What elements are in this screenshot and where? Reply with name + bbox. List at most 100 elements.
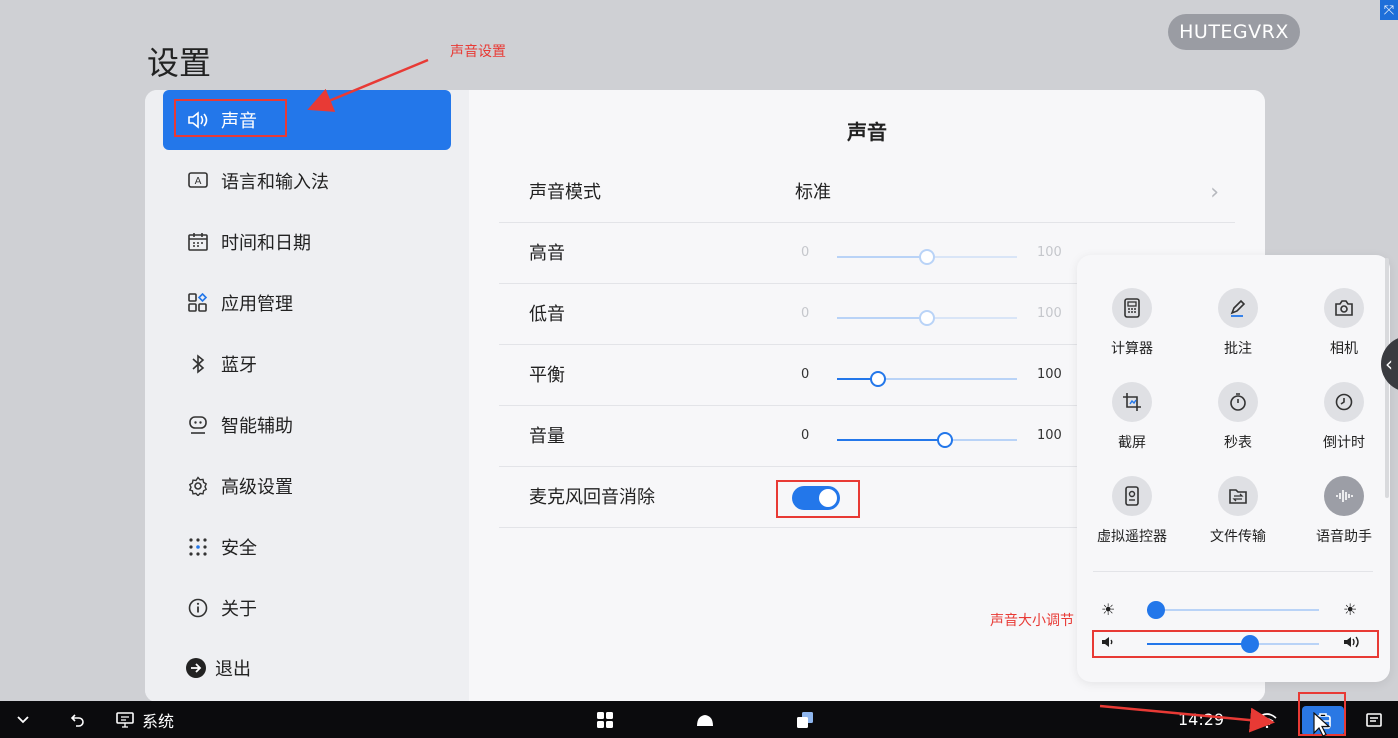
security-icon xyxy=(185,534,211,560)
multitask-icon[interactable] xyxy=(796,701,814,738)
tile-label: 截屏 xyxy=(1118,435,1146,451)
home-icon[interactable] xyxy=(696,701,714,738)
taskbar: 系统 14:29 xyxy=(0,701,1398,738)
divider xyxy=(1093,571,1373,572)
annotation-label-volume: 声音大小调节 xyxy=(990,613,1074,629)
sidebar-item-label: 语言和输入法 xyxy=(221,172,329,193)
sidebar: 声音 A 语言和输入法 时间和日期 应用管理 蓝牙 智能辅助 高级设置 安全 关… xyxy=(145,90,469,702)
mouse-cursor-icon xyxy=(1313,712,1331,737)
remote-icon xyxy=(1112,476,1152,516)
voice-assistant-tile[interactable]: 语音助手 xyxy=(1294,476,1394,546)
chevron-right-icon: › xyxy=(1210,180,1219,205)
screenshot-tile[interactable]: 截屏 xyxy=(1082,382,1182,452)
content-title: 声音 xyxy=(847,120,887,144)
sidebar-item-label: 时间和日期 xyxy=(221,233,311,254)
brightness-slider[interactable] xyxy=(1146,601,1319,619)
monitor-icon xyxy=(116,711,134,728)
bass-slider[interactable] xyxy=(837,310,1017,326)
treble-slider-knob[interactable] xyxy=(919,249,935,265)
sound-mode-label: 声音模式 xyxy=(529,182,601,203)
echo-cancel-label: 麦克风回音消除 xyxy=(529,487,655,508)
taskbar-system-app[interactable]: 系统 xyxy=(116,701,174,738)
annotation-box-toggle xyxy=(776,480,860,518)
brightness-slider-row: ☀ ☀ xyxy=(1101,595,1367,625)
chevron-down-icon[interactable] xyxy=(16,701,30,738)
annotation-box-sound xyxy=(174,99,287,137)
bass-label: 低音 xyxy=(529,304,565,325)
treble-max: 100 xyxy=(1037,245,1062,260)
bass-slider-knob[interactable] xyxy=(919,310,935,326)
tile-label: 计算器 xyxy=(1111,341,1153,357)
balance-min: 0 xyxy=(801,367,810,382)
treble-min: 0 xyxy=(801,245,810,260)
svg-text:A: A xyxy=(195,176,202,187)
assist-icon xyxy=(185,412,211,438)
sidebar-item-label: 安全 xyxy=(221,538,257,559)
volume-max: 100 xyxy=(1037,428,1062,443)
tile-label: 相机 xyxy=(1330,341,1358,357)
language-icon: A xyxy=(185,168,211,194)
volume-slider-knob[interactable] xyxy=(937,432,953,448)
file-transfer-tile[interactable]: 文件传输 xyxy=(1188,476,1288,546)
exit-icon xyxy=(183,655,209,681)
annotation-label-sound: 声音设置 xyxy=(450,44,506,60)
balance-slider-knob[interactable] xyxy=(870,371,887,387)
sidebar-item-label: 关于 xyxy=(221,599,257,620)
sidebar-item-security[interactable]: 安全 xyxy=(163,517,451,577)
sidebar-item-apps[interactable]: 应用管理 xyxy=(163,273,451,333)
countdown-icon xyxy=(1324,382,1364,422)
calendar-icon xyxy=(185,229,211,255)
bass-max: 100 xyxy=(1037,306,1062,321)
sidebar-item-language[interactable]: A 语言和输入法 xyxy=(163,151,451,211)
device-name-badge: HUTEGVRX xyxy=(1168,14,1300,50)
tile-label: 语音助手 xyxy=(1316,529,1372,545)
sidebar-item-advanced[interactable]: 高级设置 xyxy=(163,456,451,516)
expand-icon[interactable]: ⤧ xyxy=(1380,0,1398,20)
screenshot-icon xyxy=(1112,382,1152,422)
brightness-slider-knob[interactable] xyxy=(1146,601,1165,619)
balance-max: 100 xyxy=(1037,367,1062,382)
sidebar-item-label: 应用管理 xyxy=(221,294,293,315)
apps-icon xyxy=(185,290,211,316)
wifi-icon[interactable] xyxy=(1256,701,1278,738)
sidebar-item-bluetooth[interactable]: 蓝牙 xyxy=(163,334,451,394)
sound-mode-row[interactable]: 声音模式 标准 › xyxy=(499,162,1235,223)
calculator-tile[interactable]: 计算器 xyxy=(1082,288,1182,358)
tile-label: 文件传输 xyxy=(1210,529,1266,545)
sidebar-item-label: 智能辅助 xyxy=(221,416,293,437)
tile-label: 虚拟遥控器 xyxy=(1097,529,1167,545)
pen-icon xyxy=(1218,288,1258,328)
volume-label: 音量 xyxy=(529,426,565,447)
sidebar-item-assist[interactable]: 智能辅助 xyxy=(163,395,451,455)
virtual-remote-tile[interactable]: 虚拟遥控器 xyxy=(1082,476,1182,546)
volume-min: 0 xyxy=(801,428,810,443)
app-grid-icon[interactable] xyxy=(596,701,614,738)
balance-label: 平衡 xyxy=(529,365,565,386)
message-icon[interactable] xyxy=(1366,701,1382,738)
taskbar-app-label: 系统 xyxy=(142,711,175,731)
camera-tile[interactable]: 相机 xyxy=(1294,288,1394,358)
annotate-tile[interactable]: 批注 xyxy=(1188,288,1288,358)
clock: 14:29 xyxy=(1178,710,1225,729)
page-title: 设置 xyxy=(147,44,212,82)
back-icon[interactable] xyxy=(70,701,86,738)
sidebar-item-exit[interactable]: 退出 xyxy=(163,638,451,698)
treble-slider[interactable] xyxy=(837,249,1017,265)
countdown-tile[interactable]: 倒计时 xyxy=(1294,382,1394,452)
brightness-high-icon: ☀ xyxy=(1343,600,1358,619)
sound-mode-value: 标准 xyxy=(795,182,831,203)
info-icon xyxy=(185,595,211,621)
bluetooth-icon xyxy=(185,351,211,377)
file-transfer-icon xyxy=(1218,476,1258,516)
sidebar-item-about[interactable]: 关于 xyxy=(163,578,451,638)
stopwatch-tile[interactable]: 秒表 xyxy=(1188,382,1288,452)
tile-label: 批注 xyxy=(1224,341,1252,357)
sidebar-item-datetime[interactable]: 时间和日期 xyxy=(163,212,451,272)
camera-icon xyxy=(1324,288,1364,328)
quick-control-panel: 计算器 批注 相机 截屏 秒表 倒计时 虚拟遥控器 文件传输 语音助手 ☀ ☀ xyxy=(1077,255,1390,682)
sidebar-item-label: 蓝牙 xyxy=(221,355,257,376)
volume-slider[interactable] xyxy=(837,432,1017,448)
treble-label: 高音 xyxy=(529,243,565,264)
stopwatch-icon xyxy=(1218,382,1258,422)
balance-slider[interactable] xyxy=(837,371,1017,387)
